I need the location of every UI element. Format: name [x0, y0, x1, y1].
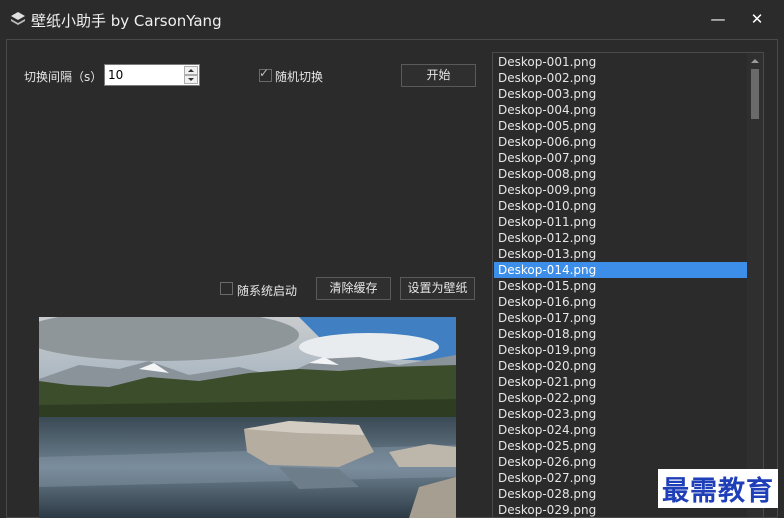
- list-item[interactable]: Deskop-001.png: [494, 54, 747, 70]
- list-item[interactable]: Deskop-021.png: [494, 374, 747, 390]
- interval-value[interactable]: 10: [108, 68, 123, 82]
- wallpaper-file-list[interactable]: Deskop-001.png Deskop-002.png Deskop-003.p…: [492, 52, 764, 518]
- list-item[interactable]: Deskop-023.png: [494, 406, 747, 422]
- scrollbar-thumb[interactable]: [751, 69, 759, 119]
- checkmark-icon: ✓: [259, 66, 270, 80]
- spin-down-icon[interactable]: [184, 75, 198, 84]
- close-button[interactable]: ✕: [746, 8, 768, 30]
- list-item[interactable]: Deskop-003.png: [494, 86, 747, 102]
- list-item[interactable]: Deskop-008.png: [494, 166, 747, 182]
- window-title: 壁纸小助手 by CarsonYang: [31, 12, 222, 30]
- spin-up-icon[interactable]: [184, 66, 198, 75]
- list-item[interactable]: Deskop-002.png: [494, 70, 747, 86]
- list-item[interactable]: Deskop-026.png: [494, 454, 747, 470]
- wallpaper-preview-image: [39, 317, 456, 518]
- list-item[interactable]: Deskop-014.png: [494, 262, 747, 278]
- list-scrollbar[interactable]: [747, 53, 763, 517]
- list-item[interactable]: Deskop-016.png: [494, 294, 747, 310]
- list-item[interactable]: Deskop-010.png: [494, 198, 747, 214]
- list-item[interactable]: Deskop-005.png: [494, 118, 747, 134]
- list-item[interactable]: Deskop-009.png: [494, 182, 747, 198]
- minimize-button[interactable]: —: [707, 8, 729, 30]
- list-item[interactable]: Deskop-018.png: [494, 326, 747, 342]
- list-item[interactable]: Deskop-022.png: [494, 390, 747, 406]
- list-item[interactable]: Deskop-013.png: [494, 246, 747, 262]
- list-item[interactable]: Deskop-020.png: [494, 358, 747, 374]
- list-item[interactable]: Deskop-019.png: [494, 342, 747, 358]
- set-wallpaper-button[interactable]: 设置为壁纸: [400, 277, 475, 300]
- start-button[interactable]: 开始: [401, 64, 476, 87]
- list-item[interactable]: Deskop-012.png: [494, 230, 747, 246]
- interval-label: 切换间隔（s）: [24, 70, 103, 84]
- list-item[interactable]: Deskop-004.png: [494, 102, 747, 118]
- title-bar: 壁纸小助手 by CarsonYang — ✕: [0, 0, 784, 38]
- list-item[interactable]: Deskop-006.png: [494, 134, 747, 150]
- list-item[interactable]: Deskop-007.png: [494, 150, 747, 166]
- clear-cache-button[interactable]: 清除缓存: [316, 277, 391, 300]
- random-checkbox[interactable]: ✓: [259, 66, 272, 82]
- startup-checkbox[interactable]: [220, 282, 233, 295]
- list-item[interactable]: Deskop-015.png: [494, 278, 747, 294]
- scroll-up-icon[interactable]: [747, 53, 763, 69]
- random-label: 随机切换: [275, 70, 324, 84]
- list-item[interactable]: Deskop-017.png: [494, 310, 747, 326]
- list-item[interactable]: Deskop-024.png: [494, 422, 747, 438]
- list-item[interactable]: Deskop-011.png: [494, 214, 747, 230]
- startup-label: 随系统启动: [237, 284, 298, 298]
- app-layers-icon: [11, 12, 25, 25]
- list-item[interactable]: Deskop-025.png: [494, 438, 747, 454]
- watermark-logo: 最需教育: [658, 469, 778, 508]
- interval-stepper[interactable]: 10: [104, 64, 200, 86]
